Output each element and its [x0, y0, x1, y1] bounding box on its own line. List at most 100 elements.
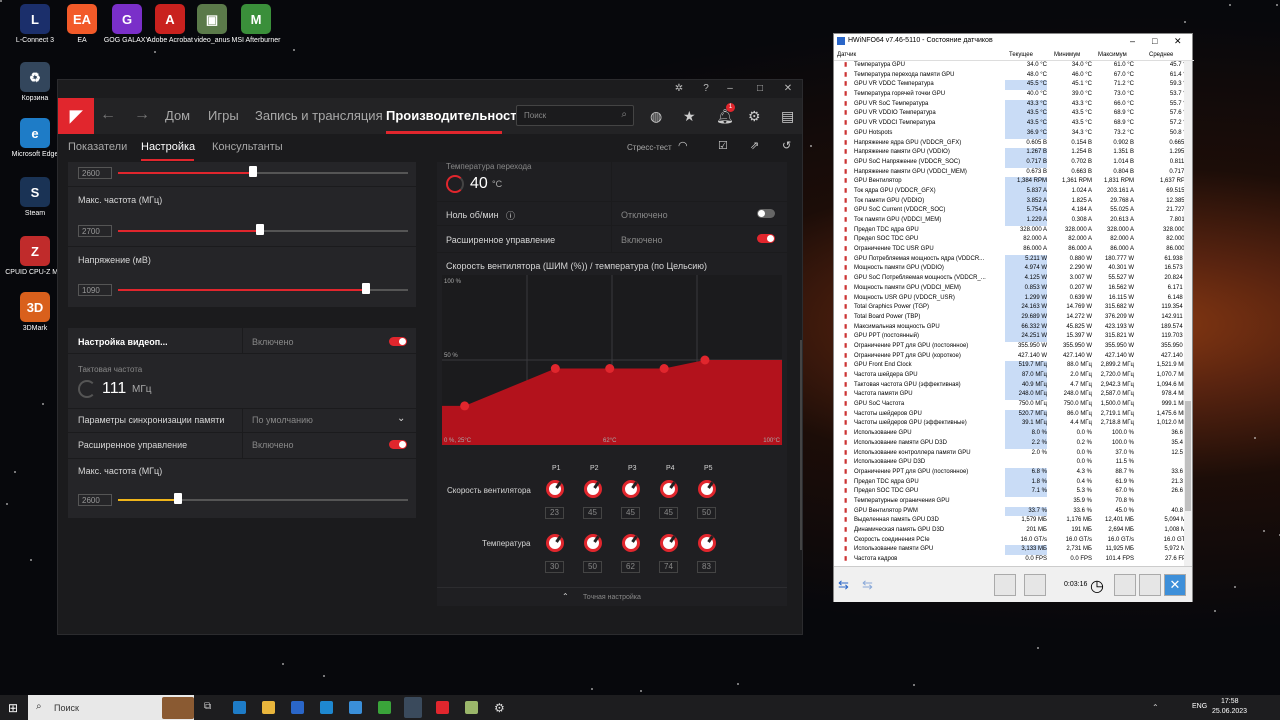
temp-value[interactable]: 74 [659, 561, 678, 573]
temp-knob[interactable] [698, 534, 716, 552]
layout-icon[interactable]: ▤ [781, 108, 794, 125]
amd-logo[interactable]: ◤ [58, 98, 94, 134]
min-freq-value[interactable]: 2600 [78, 167, 112, 179]
explorer-taskbar-icon[interactable] [262, 701, 275, 714]
sensor-row[interactable]: ▮ Температура горячей точки GPU 40.0 °C 39.… [834, 90, 1190, 100]
app-taskbar-icon[interactable] [465, 701, 478, 714]
vram-advanced-toggle[interactable] [389, 440, 407, 449]
vram-toggle[interactable] [389, 337, 407, 346]
sensor-row[interactable]: ▮ Использование памяти GPU D3D 2.2 % 0.2 % 1… [834, 438, 1190, 449]
speed-value[interactable]: 45 [621, 507, 640, 519]
sensor-row[interactable]: ▮ Ток памяти GPU (VDDCI_MEM) 1.229 A 0.308 … [834, 216, 1190, 226]
col-sensor[interactable]: Датчик [837, 52, 856, 58]
fan-curve-point[interactable] [550, 364, 560, 373]
sensor-row[interactable]: ▮ GPU Вентилятор PWM 33.7 % 33.6 % 45.0 % 40.… [834, 506, 1190, 517]
fan-curve-point[interactable] [460, 401, 470, 411]
sensor-row[interactable]: ▮ Частота памяти GPU 248.0 МГц 248.0 МГц 2,5… [834, 390, 1190, 401]
speed-knob[interactable] [584, 480, 602, 498]
min-freq-slider[interactable] [249, 166, 257, 177]
tab-metrics[interactable]: Показатели [68, 141, 127, 153]
sensor-row[interactable]: ▮ Ограничение PPT для GPU (короткое) 427.1… [834, 352, 1190, 362]
zero-rpm-toggle[interactable] [757, 209, 775, 218]
speed-value[interactable]: 45 [659, 507, 678, 519]
sensor-row[interactable]: ▮ GPU Hotspots 36.9 °C 34.3 °C 73.2 °C 50.8 °… [834, 128, 1190, 139]
voltage-value[interactable]: 1090 [78, 284, 112, 296]
mem-timing-select[interactable]: По умолчанию [252, 415, 313, 425]
hwinfo-scrollbar[interactable] [1184, 61, 1192, 566]
sync-icon[interactable] [1024, 574, 1046, 596]
sensor-row[interactable]: ▮ Частота кадров 0.0 FPS 0.0 FPS 101.4 FPS 27… [834, 555, 1190, 565]
sensor-row[interactable]: ▮ GPU SoC Потребляемая мощность (VDDCR_..… [834, 274, 1190, 284]
temp-value[interactable]: 50 [583, 561, 602, 573]
maximize-icon[interactable]: □ [1152, 36, 1157, 46]
speed-value[interactable]: 50 [697, 507, 716, 519]
sensor-row[interactable]: ▮ GPU Front End Clock 519.7 МГц 88.0 МГц 2,8… [834, 361, 1190, 372]
sensor-row[interactable]: ▮ Частота шейдера GPU 87.0 МГц 2.0 МГц 2,720… [834, 371, 1190, 381]
task-view-icon[interactable]: ⧉ [204, 701, 217, 714]
amd-taskbar-icon[interactable] [436, 701, 449, 714]
clock-icon[interactable]: ◷ [1090, 576, 1104, 596]
sensor-row[interactable]: ▮ Предел TDC ядра GPU 328.000 A 328.000 A 32… [834, 226, 1190, 236]
temp-value[interactable]: 83 [697, 561, 716, 573]
fan-curve-point[interactable] [605, 364, 615, 373]
hwinfo-titlebar[interactable]: HWiNFO64 v7.46-5110 - Состояние датчиков… [834, 34, 1192, 50]
close-sensors-button[interactable]: ✕ [1164, 574, 1186, 596]
minimize-icon[interactable]: – [724, 83, 736, 95]
speed-value[interactable]: 23 [545, 507, 564, 519]
sensor-row[interactable]: ▮ Напряжение ядра GPU (VDDCR_GFX) 0.605 В 0… [834, 139, 1190, 149]
vram-max-freq-slider[interactable] [174, 493, 182, 504]
col-min[interactable]: Минимум [1054, 52, 1080, 58]
network-icon[interactable] [994, 574, 1016, 596]
sensor-row[interactable]: ▮ Частоты шейдеров GPU 520.7 МГц 86.0 МГц 2,… [834, 409, 1190, 420]
sensor-row[interactable]: ▮ Напряжение памяти GPU (VDDCI_MEM) 0.673 … [834, 168, 1190, 178]
star-icon[interactable]: ★ [683, 108, 696, 125]
search-input[interactable]: Поиск ⌕ [516, 105, 634, 126]
maximize-icon[interactable]: □ [754, 83, 766, 95]
globe-icon[interactable]: ◍ [650, 108, 662, 125]
sensor-row[interactable]: ▮ Мощность USR GPU (VDDCR_USR) 1.299 W 0.63… [834, 293, 1190, 304]
check-edit-icon[interactable]: ☑ [718, 139, 728, 152]
col-avg[interactable]: Среднее [1149, 52, 1173, 58]
settings-taskbar-icon[interactable]: ⚙ [494, 701, 507, 715]
bug-icon[interactable]: ✲ [673, 83, 685, 95]
sensor-row[interactable]: ▮ Выделенная память GPU D3D 1,579 МБ 1,176 … [834, 516, 1190, 526]
window-titlebar[interactable]: ✲ ? – □ ✕ [58, 80, 802, 98]
sensor-row[interactable]: ▮ Предел SOC TDC GPU 7.1 % 5.3 % 67.0 % 26.6 … [834, 487, 1190, 497]
fan-curve-point[interactable] [659, 364, 669, 373]
edge-taskbar-icon[interactable] [233, 701, 246, 714]
chevron-down-icon[interactable]: ⌄ [397, 413, 405, 424]
voltage-slider[interactable] [362, 283, 370, 294]
sensor-row[interactable]: ▮ Частоты шейдеров GPU (эффективные) 39.1 … [834, 419, 1190, 430]
sensor-row[interactable]: ▮ Ограничение PPT для GPU (постоянное) 355… [834, 342, 1190, 352]
tray-chevron-icon[interactable]: ⌃ [1152, 703, 1159, 712]
sensor-row[interactable]: ▮ GPU SoC Напряжение (VDDCR_SOC) 0.717 В 0.… [834, 157, 1190, 168]
taskbar-widget-image[interactable] [162, 697, 194, 719]
temp-knob[interactable] [660, 534, 678, 552]
sensor-row[interactable]: ▮ GPU Вентилятор 1,384 RPM 1,361 RPM 1,831 R… [834, 177, 1190, 187]
stress-test-label[interactable]: Стресс-тест [627, 143, 672, 152]
sensor-row[interactable]: ▮ Total Graphics Power (TGP) 24.163 W 14.76… [834, 303, 1190, 313]
max-freq-value[interactable]: 2700 [78, 225, 112, 237]
sensor-row[interactable]: ▮ Предел SOC TDC GPU 82.000 A 82.000 A 82.00… [834, 235, 1190, 245]
sensor-row[interactable]: ▮ Использование GPU 8.0 % 0.0 % 100.0 % 36.6 … [834, 429, 1190, 439]
fan-curve-point[interactable] [700, 355, 710, 365]
temp-knob[interactable] [584, 534, 602, 552]
nav-games[interactable]: Игры [208, 108, 239, 123]
tab-advisors[interactable]: Консультанты [212, 141, 283, 153]
export-icon[interactable]: ⇗ [750, 139, 759, 152]
clock-date[interactable]: 25.06.2023 [1212, 708, 1247, 715]
sensor-row[interactable]: ▮ GPU VR VDDCI Температура 43.5 °C 43.5 °C 6… [834, 119, 1190, 129]
nav-home[interactable]: Дом [165, 108, 190, 123]
sensor-row[interactable]: ▮ Динамическая память GPU D3D 201 МБ 191 МБ… [834, 526, 1190, 536]
sensor-row[interactable]: ▮ Мощность памяти GPU (VDDCI_MEM) 0.853 W 0… [834, 283, 1190, 294]
sensor-row[interactable]: ▮ Температура GPU 34.0 °C 34.0 °C 61.0 °C 45.… [834, 61, 1190, 71]
close-icon[interactable]: ✕ [782, 83, 794, 95]
reset-icon[interactable]: ↺ [782, 139, 791, 152]
sensor-row[interactable]: ▮ Использование GPU D3D 0.0 % 11.5 % [834, 458, 1184, 468]
sensor-row[interactable]: ▮ Мощность памяти GPU (VDDIO) 4.974 W 2.290… [834, 264, 1190, 275]
help-icon[interactable]: ? [700, 83, 712, 95]
max-freq-slider[interactable] [256, 224, 264, 235]
add-report-icon[interactable] [1114, 574, 1136, 596]
sensor-row[interactable]: ▮ GPU SoC Частота 750.0 МГц 750.0 МГц 1,500.… [834, 400, 1190, 410]
sensor-row[interactable]: ▮ GPU VR SoC Температура 43.3 °C 43.3 °C 66.… [834, 99, 1190, 110]
